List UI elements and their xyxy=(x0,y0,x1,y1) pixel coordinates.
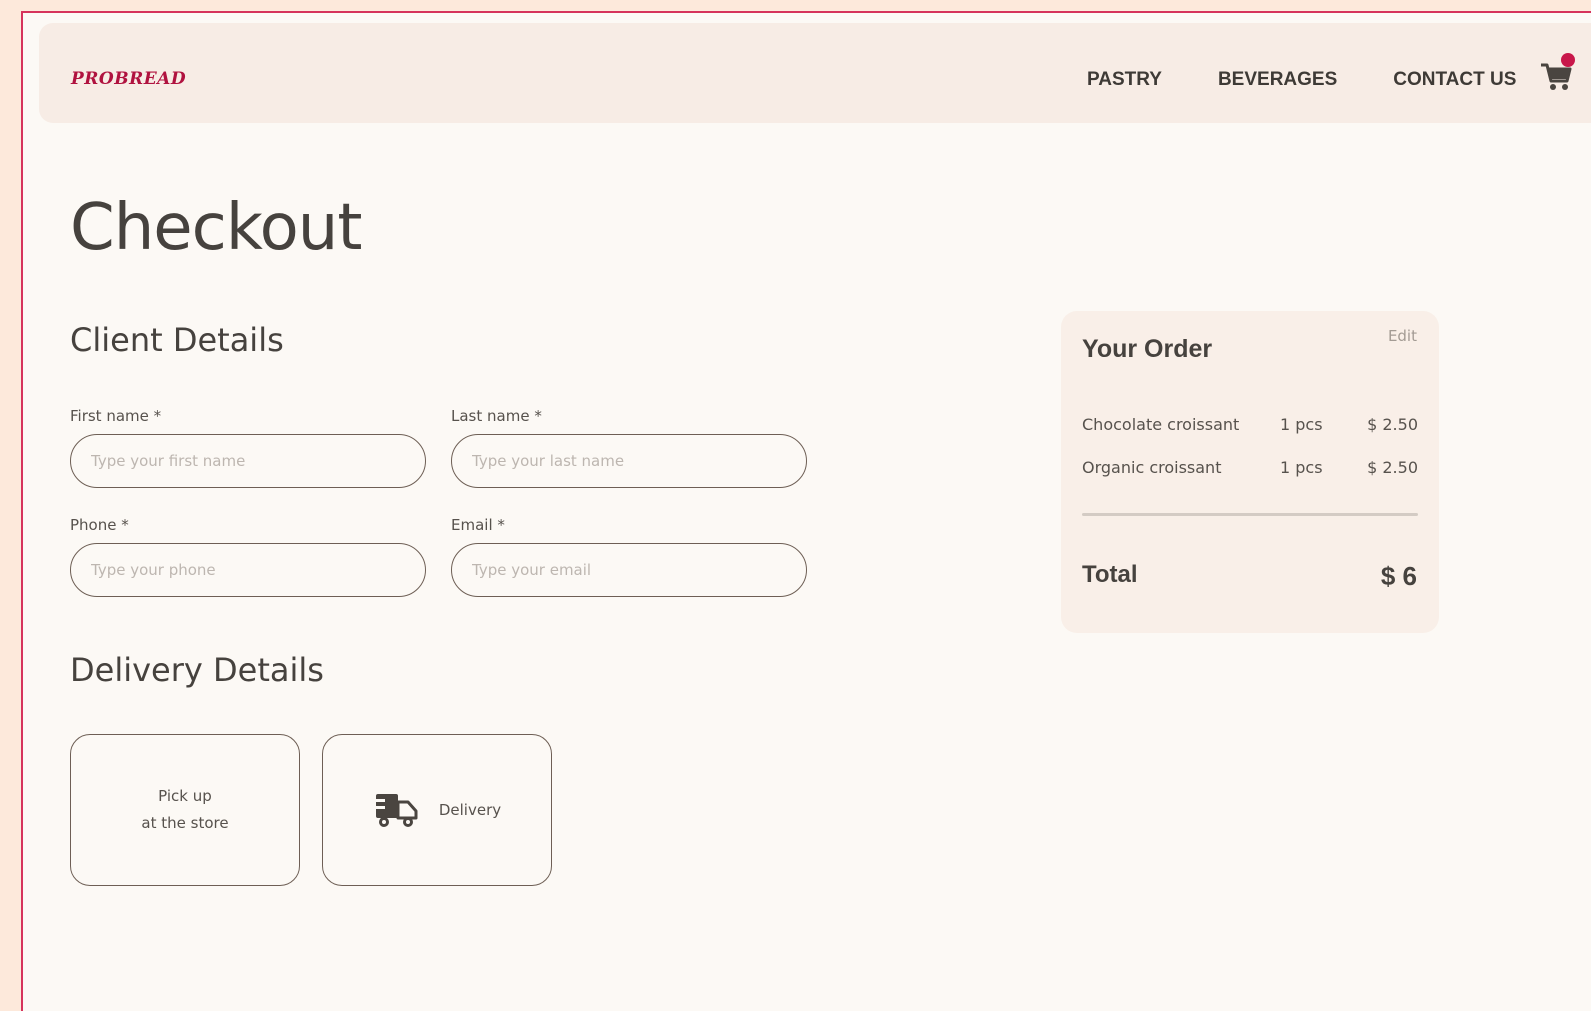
delivery-details-title: Delivery Details xyxy=(70,651,324,689)
last-name-input[interactable] xyxy=(451,434,807,488)
order-item-price: $ 2.50 xyxy=(1367,415,1418,434)
cart-badge xyxy=(1561,53,1575,67)
client-details-title: Client Details xyxy=(70,321,284,359)
page-title: Checkout xyxy=(70,191,362,265)
order-item-name: Organic croissant xyxy=(1082,458,1222,477)
brand-logo[interactable]: PROBREAD xyxy=(71,69,186,89)
order-edit-link[interactable]: Edit xyxy=(1388,327,1417,345)
top-header: PROBREAD PASTRY BEVERAGES CONTACT US xyxy=(39,23,1591,123)
page-frame: PROBREAD PASTRY BEVERAGES CONTACT US Che… xyxy=(21,11,1591,1011)
nav-beverages[interactable]: BEVERAGES xyxy=(1218,69,1337,91)
total-value: $ 6 xyxy=(1380,561,1417,591)
pickup-line-1: Pick up xyxy=(158,787,212,805)
order-divider xyxy=(1082,513,1418,516)
delivery-option[interactable]: Delivery xyxy=(322,734,552,886)
order-item: Organic croissant 1 pcs $ 2.50 xyxy=(1082,458,1418,480)
first-name-label: First name * xyxy=(70,407,162,425)
order-item-price: $ 2.50 xyxy=(1367,458,1418,477)
pickup-option[interactable]: Pick up at the store xyxy=(70,734,300,886)
phone-label: Phone * xyxy=(70,516,129,534)
order-summary: Your Order Edit Chocolate croissant 1 pc… xyxy=(1061,311,1439,633)
nav-pastry[interactable]: PASTRY xyxy=(1087,69,1162,91)
total-label: Total xyxy=(1082,561,1138,588)
nav-contact-us[interactable]: CONTACT US xyxy=(1393,69,1516,91)
last-name-label: Last name * xyxy=(451,407,542,425)
phone-input[interactable] xyxy=(70,543,426,597)
truck-icon xyxy=(372,794,418,827)
first-name-input[interactable] xyxy=(70,434,426,488)
email-input[interactable] xyxy=(451,543,807,597)
delivery-label: Delivery xyxy=(438,801,502,819)
main-nav: PASTRY BEVERAGES CONTACT US xyxy=(1087,69,1572,91)
order-item-qty: 1 pcs xyxy=(1280,458,1323,477)
order-item: Chocolate croissant 1 pcs $ 2.50 xyxy=(1082,415,1418,437)
order-item-qty: 1 pcs xyxy=(1280,415,1323,434)
order-title: Your Order xyxy=(1082,335,1213,363)
email-label: Email * xyxy=(451,516,505,534)
order-item-name: Chocolate croissant xyxy=(1082,415,1240,434)
pickup-line-2: at the store xyxy=(141,814,229,832)
